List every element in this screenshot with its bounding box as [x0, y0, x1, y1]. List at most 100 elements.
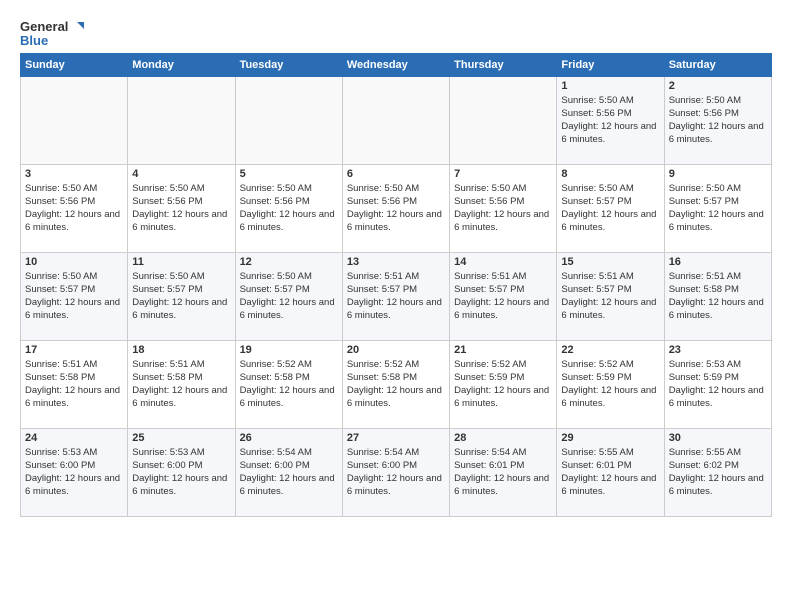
calendar-day-cell: 15 Sunrise: 5:51 AM Sunset: 5:57 PM Dayli… — [557, 252, 664, 340]
logo-blue: Blue — [20, 34, 48, 48]
day-number: 29 — [561, 432, 659, 444]
day-info: Sunrise: 5:52 AM Sunset: 5:59 PM Dayligh… — [561, 358, 659, 411]
calendar-day-cell: 20Sunrise: 5:52 AM Sunset: 5:58 PM Dayli… — [342, 340, 449, 428]
calendar-empty-cell — [450, 76, 557, 164]
day-info: Sunrise: 5:54 AM Sunset: 6:01 PM Dayligh… — [454, 446, 552, 499]
calendar-day-cell: 16Sunrise: 5:51 AM Sunset: 5:58 PM Dayli… — [664, 252, 771, 340]
calendar-empty-cell — [342, 76, 449, 164]
calendar-week-row: 17 Sunrise: 5:51 AM Sunset: 5:58 PM Dayli… — [21, 340, 772, 428]
weekday-header-monday: Monday — [128, 53, 235, 76]
calendar-week-row: 24 Sunrise: 5:53 AM Sunset: 6:00 PM Dayli… — [21, 428, 772, 516]
day-number: 4 — [132, 168, 230, 180]
calendar-day-cell: 17Sunrise: 5:51 AM Sunset: 5:58 PM Dayli… — [21, 340, 128, 428]
day-number: 10 — [25, 256, 123, 268]
calendar-day-cell: 27 Sunrise: 5:54 AM Sunset: 6:00 PM Dayli… — [342, 428, 449, 516]
calendar-day-cell: 14Sunrise: 5:51 AM Sunset: 5:57 PM Dayli… — [450, 252, 557, 340]
day-number: 22 — [561, 344, 659, 356]
calendar-week-row: 10 Sunrise: 5:50 AM Sunset: 5:57 PM Dayli… — [21, 252, 772, 340]
calendar-day-cell: 25Sunrise: 5:53 AM Sunset: 6:00 PM Dayli… — [128, 428, 235, 516]
calendar-day-cell: 11 Sunrise: 5:50 AM Sunset: 5:57 PM Dayli… — [128, 252, 235, 340]
day-number: 12 — [240, 256, 338, 268]
calendar-day-cell: 1 Sunrise: 5:50 AM Sunset: 5:56 PM Daylig… — [557, 76, 664, 164]
weekday-header-saturday: Saturday — [664, 53, 771, 76]
calendar-table: SundayMondayTuesdayWednesdayThursdayFrid… — [20, 53, 772, 517]
day-info: Sunrise: 5:54 AM Sunset: 6:00 PM Dayligh… — [240, 446, 338, 499]
day-info: Sunrise: 5:50 AM Sunset: 5:56 PM Dayligh… — [454, 182, 552, 235]
calendar-day-cell: 5 Sunrise: 5:50 AM Sunset: 5:56 PM Daylig… — [235, 164, 342, 252]
day-info: Sunrise: 5:50 AM Sunset: 5:57 PM Dayligh… — [240, 270, 338, 323]
calendar-day-cell: 30 Sunrise: 5:55 AM Sunset: 6:02 PM Dayli… — [664, 428, 771, 516]
day-info: Sunrise: 5:50 AM Sunset: 5:56 PM Dayligh… — [25, 182, 123, 235]
day-number: 3 — [25, 168, 123, 180]
day-number: 6 — [347, 168, 445, 180]
calendar-empty-cell — [128, 76, 235, 164]
weekday-header-sunday: Sunday — [21, 53, 128, 76]
calendar-day-cell: 19 Sunrise: 5:52 AM Sunset: 5:58 PM Dayli… — [235, 340, 342, 428]
day-info: Sunrise: 5:51 AM Sunset: 5:58 PM Dayligh… — [132, 358, 230, 411]
day-number: 11 — [132, 256, 230, 268]
day-info: Sunrise: 5:50 AM Sunset: 5:57 PM Dayligh… — [132, 270, 230, 323]
day-number: 1 — [561, 80, 659, 92]
day-info: Sunrise: 5:52 AM Sunset: 5:58 PM Dayligh… — [240, 358, 338, 411]
day-number: 21 — [454, 344, 552, 356]
day-number: 18 — [132, 344, 230, 356]
calendar-day-cell: 18 Sunrise: 5:51 AM Sunset: 5:58 PM Dayli… — [128, 340, 235, 428]
day-info: Sunrise: 5:52 AM Sunset: 5:58 PM Dayligh… — [347, 358, 445, 411]
day-number: 14 — [454, 256, 552, 268]
calendar-day-cell: 22 Sunrise: 5:52 AM Sunset: 5:59 PM Dayli… — [557, 340, 664, 428]
calendar-day-cell: 12 Sunrise: 5:50 AM Sunset: 5:57 PM Dayli… — [235, 252, 342, 340]
day-number: 27 — [347, 432, 445, 444]
day-number: 25 — [132, 432, 230, 444]
calendar-day-cell: 21 Sunrise: 5:52 AM Sunset: 5:59 PM Dayli… — [450, 340, 557, 428]
day-info: Sunrise: 5:50 AM Sunset: 5:57 PM Dayligh… — [25, 270, 123, 323]
day-number: 13 — [347, 256, 445, 268]
calendar-day-cell: 9Sunrise: 5:50 AM Sunset: 5:57 PM Daylig… — [664, 164, 771, 252]
day-info: Sunrise: 5:52 AM Sunset: 5:59 PM Dayligh… — [454, 358, 552, 411]
weekday-header-wednesday: Wednesday — [342, 53, 449, 76]
day-info: Sunrise: 5:51 AM Sunset: 5:57 PM Dayligh… — [561, 270, 659, 323]
day-info: Sunrise: 5:50 AM Sunset: 5:56 PM Dayligh… — [669, 94, 767, 147]
calendar-day-cell: 2 Sunrise: 5:50 AM Sunset: 5:56 PM Daylig… — [664, 76, 771, 164]
day-number: 2 — [669, 80, 767, 92]
day-number: 5 — [240, 168, 338, 180]
day-info: Sunrise: 5:50 AM Sunset: 5:56 PM Dayligh… — [561, 94, 659, 147]
calendar-day-cell: 6 Sunrise: 5:50 AM Sunset: 5:56 PM Daylig… — [342, 164, 449, 252]
calendar-empty-cell — [235, 76, 342, 164]
day-number: 7 — [454, 168, 552, 180]
day-number: 17 — [25, 344, 123, 356]
day-number: 30 — [669, 432, 767, 444]
weekday-header-friday: Friday — [557, 53, 664, 76]
day-info: Sunrise: 5:50 AM Sunset: 5:56 PM Dayligh… — [132, 182, 230, 235]
day-number: 16 — [669, 256, 767, 268]
logo-arrow-icon — [70, 20, 84, 34]
day-number: 28 — [454, 432, 552, 444]
day-info: Sunrise: 5:55 AM Sunset: 6:02 PM Dayligh… — [669, 446, 767, 499]
calendar-day-cell: 7 Sunrise: 5:50 AM Sunset: 5:56 PM Daylig… — [450, 164, 557, 252]
calendar-day-cell: 10 Sunrise: 5:50 AM Sunset: 5:57 PM Dayli… — [21, 252, 128, 340]
calendar-day-cell: 8 Sunrise: 5:50 AM Sunset: 5:57 PM Daylig… — [557, 164, 664, 252]
day-info: Sunrise: 5:53 AM Sunset: 6:00 PM Dayligh… — [25, 446, 123, 499]
day-number: 23 — [669, 344, 767, 356]
calendar-day-cell: 23 Sunrise: 5:53 AM Sunset: 5:59 PM Dayli… — [664, 340, 771, 428]
day-info: Sunrise: 5:54 AM Sunset: 6:00 PM Dayligh… — [347, 446, 445, 499]
day-info: Sunrise: 5:50 AM Sunset: 5:57 PM Dayligh… — [561, 182, 659, 235]
day-number: 9 — [669, 168, 767, 180]
day-number: 19 — [240, 344, 338, 356]
calendar-day-cell: 24 Sunrise: 5:53 AM Sunset: 6:00 PM Dayli… — [21, 428, 128, 516]
day-number: 8 — [561, 168, 659, 180]
day-info: Sunrise: 5:50 AM Sunset: 5:56 PM Dayligh… — [347, 182, 445, 235]
calendar-day-cell: 13Sunrise: 5:51 AM Sunset: 5:57 PM Dayli… — [342, 252, 449, 340]
day-info: Sunrise: 5:50 AM Sunset: 5:56 PM Dayligh… — [240, 182, 338, 235]
calendar-empty-cell — [21, 76, 128, 164]
weekday-header-thursday: Thursday — [450, 53, 557, 76]
logo-general: General — [20, 20, 68, 34]
calendar-week-row: 1 Sunrise: 5:50 AM Sunset: 5:56 PM Daylig… — [21, 76, 772, 164]
day-number: 15 — [561, 256, 659, 268]
page-header: General Blue — [20, 16, 772, 49]
day-info: Sunrise: 5:53 AM Sunset: 5:59 PM Dayligh… — [669, 358, 767, 411]
day-info: Sunrise: 5:55 AM Sunset: 6:01 PM Dayligh… — [561, 446, 659, 499]
day-number: 24 — [25, 432, 123, 444]
calendar-day-cell: 3 Sunrise: 5:50 AM Sunset: 5:56 PM Daylig… — [21, 164, 128, 252]
weekday-header-tuesday: Tuesday — [235, 53, 342, 76]
calendar-day-cell: 26Sunrise: 5:54 AM Sunset: 6:00 PM Dayli… — [235, 428, 342, 516]
